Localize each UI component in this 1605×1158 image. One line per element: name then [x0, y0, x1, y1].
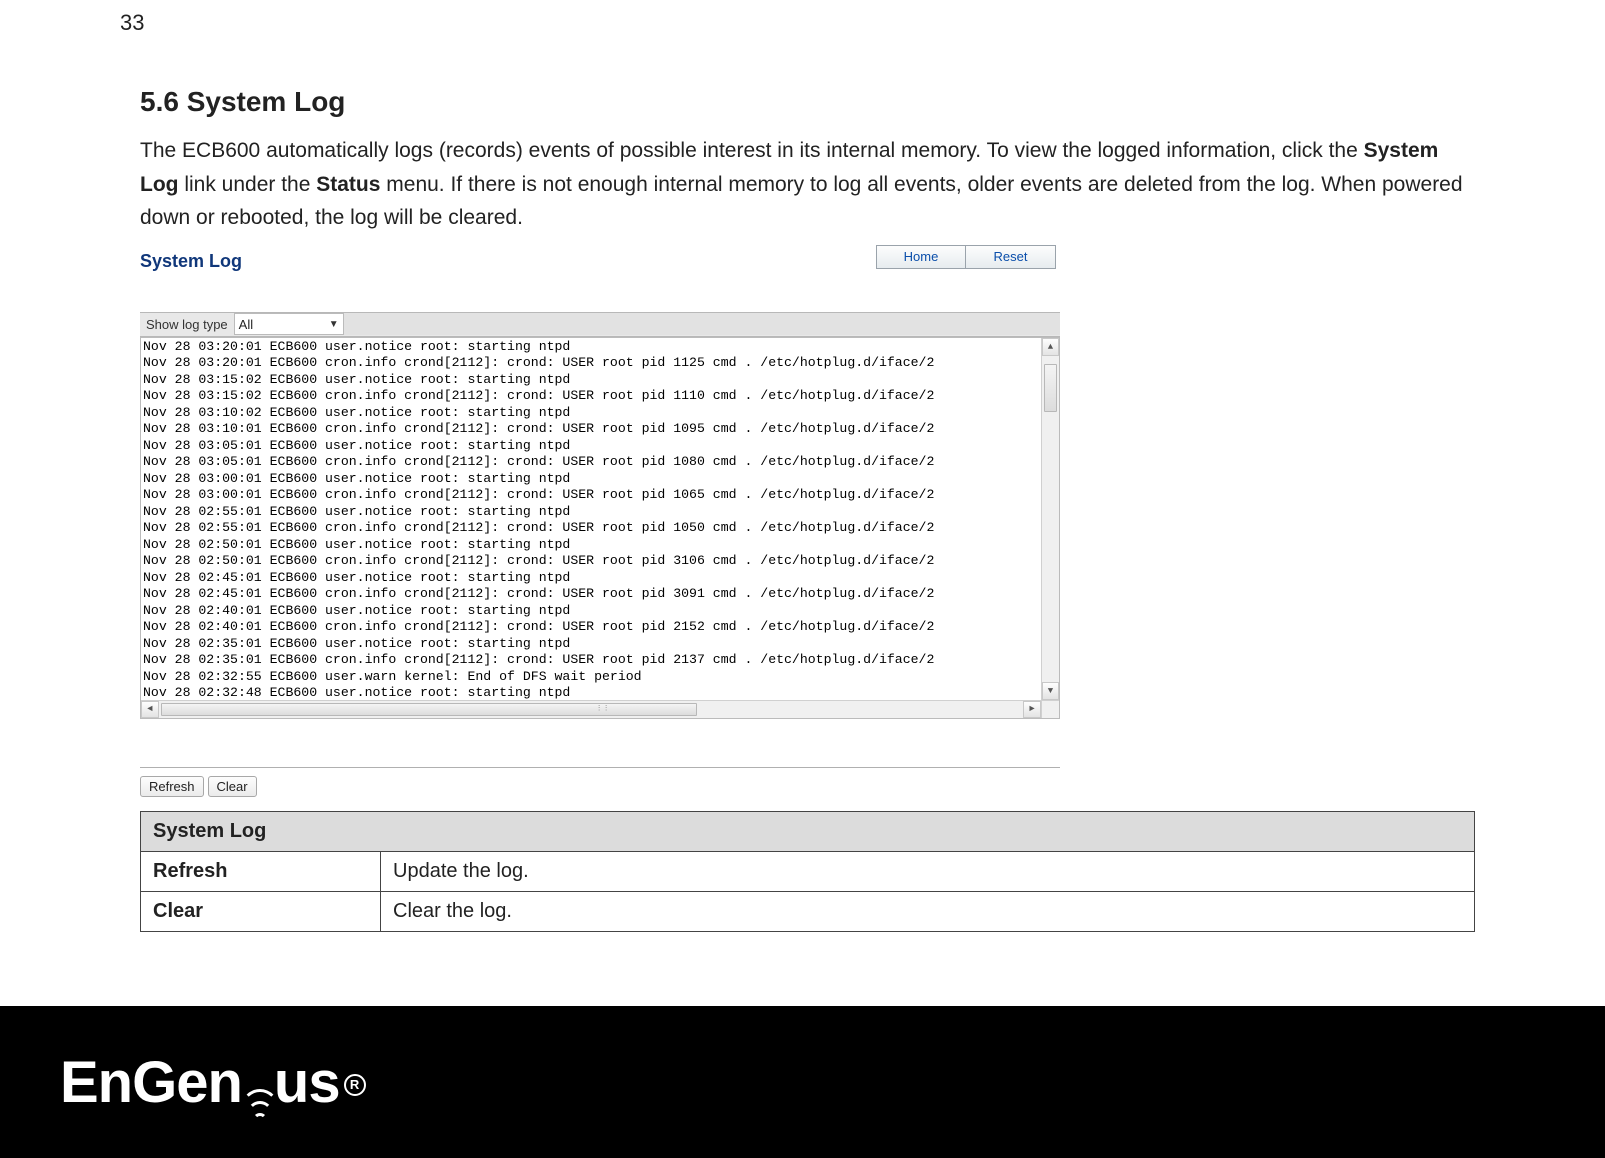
engenius-logo: EnGen us R [60, 1049, 366, 1116]
hscroll-track[interactable]: ⋮⋮ [159, 701, 1023, 718]
chevron-down-icon: ▼ [329, 319, 339, 330]
paragraph-text: link under the [178, 173, 316, 196]
system-log-screenshot: System Log Home Reset Show log type All … [140, 241, 1060, 801]
table-header: System Log [141, 811, 1475, 851]
vertical-scrollbar[interactable]: ▲ ▼ [1041, 338, 1059, 700]
table-key: Clear [141, 891, 381, 931]
log-filter-label: Show log type [140, 313, 234, 336]
refresh-button[interactable]: Refresh [140, 776, 204, 797]
vscroll-track[interactable] [1042, 356, 1059, 682]
description-table: System Log RefreshUpdate the log.ClearCl… [140, 811, 1475, 932]
scroll-down-icon[interactable]: ▼ [1042, 682, 1059, 700]
log-textarea[interactable]: Nov 28 03:20:01 ECB600 user.notice root:… [140, 337, 1060, 719]
scroll-corner [1041, 700, 1059, 718]
wifi-icon [240, 1060, 280, 1120]
log-filter-bar: Show log type All ▼ [140, 312, 1060, 337]
hscroll-thumb[interactable] [161, 703, 697, 716]
scroll-left-icon[interactable]: ◄ [141, 701, 159, 718]
horizontal-scrollbar[interactable]: ◄ ⋮⋮ ► [141, 700, 1041, 718]
reset-button[interactable]: Reset [966, 245, 1056, 269]
log-content: Nov 28 03:20:01 ECB600 user.notice root:… [141, 338, 1059, 702]
page-number: 33 [120, 10, 1475, 36]
filter-bar-spacer [344, 313, 1060, 335]
log-type-select[interactable]: All ▼ [234, 313, 344, 335]
scroll-right-icon[interactable]: ► [1023, 701, 1041, 718]
screenshot-title: System Log [140, 245, 242, 278]
vscroll-thumb[interactable] [1044, 364, 1057, 412]
logo-text-prefix: EnGen [60, 1049, 242, 1116]
table-desc: Clear the log. [381, 891, 1475, 931]
logo-text-suffix: us [274, 1049, 340, 1116]
section-paragraph: The ECB600 automatically logs (records) … [140, 134, 1475, 235]
section-heading: 5.6 System Log [140, 86, 1475, 118]
page-footer: EnGen us R [0, 1006, 1605, 1158]
paragraph-bold-status: Status [316, 173, 380, 196]
paragraph-text: The ECB600 automatically logs (records) … [140, 139, 1364, 162]
hscroll-grip-icon: ⋮⋮ [600, 701, 606, 718]
table-row: RefreshUpdate the log. [141, 851, 1475, 891]
home-button[interactable]: Home [876, 245, 966, 269]
registered-icon: R [344, 1074, 366, 1096]
clear-button[interactable]: Clear [208, 776, 257, 797]
table-key: Refresh [141, 851, 381, 891]
log-type-value: All [239, 317, 253, 332]
table-row: ClearClear the log. [141, 891, 1475, 931]
scroll-up-icon[interactable]: ▲ [1042, 338, 1059, 356]
table-desc: Update the log. [381, 851, 1475, 891]
